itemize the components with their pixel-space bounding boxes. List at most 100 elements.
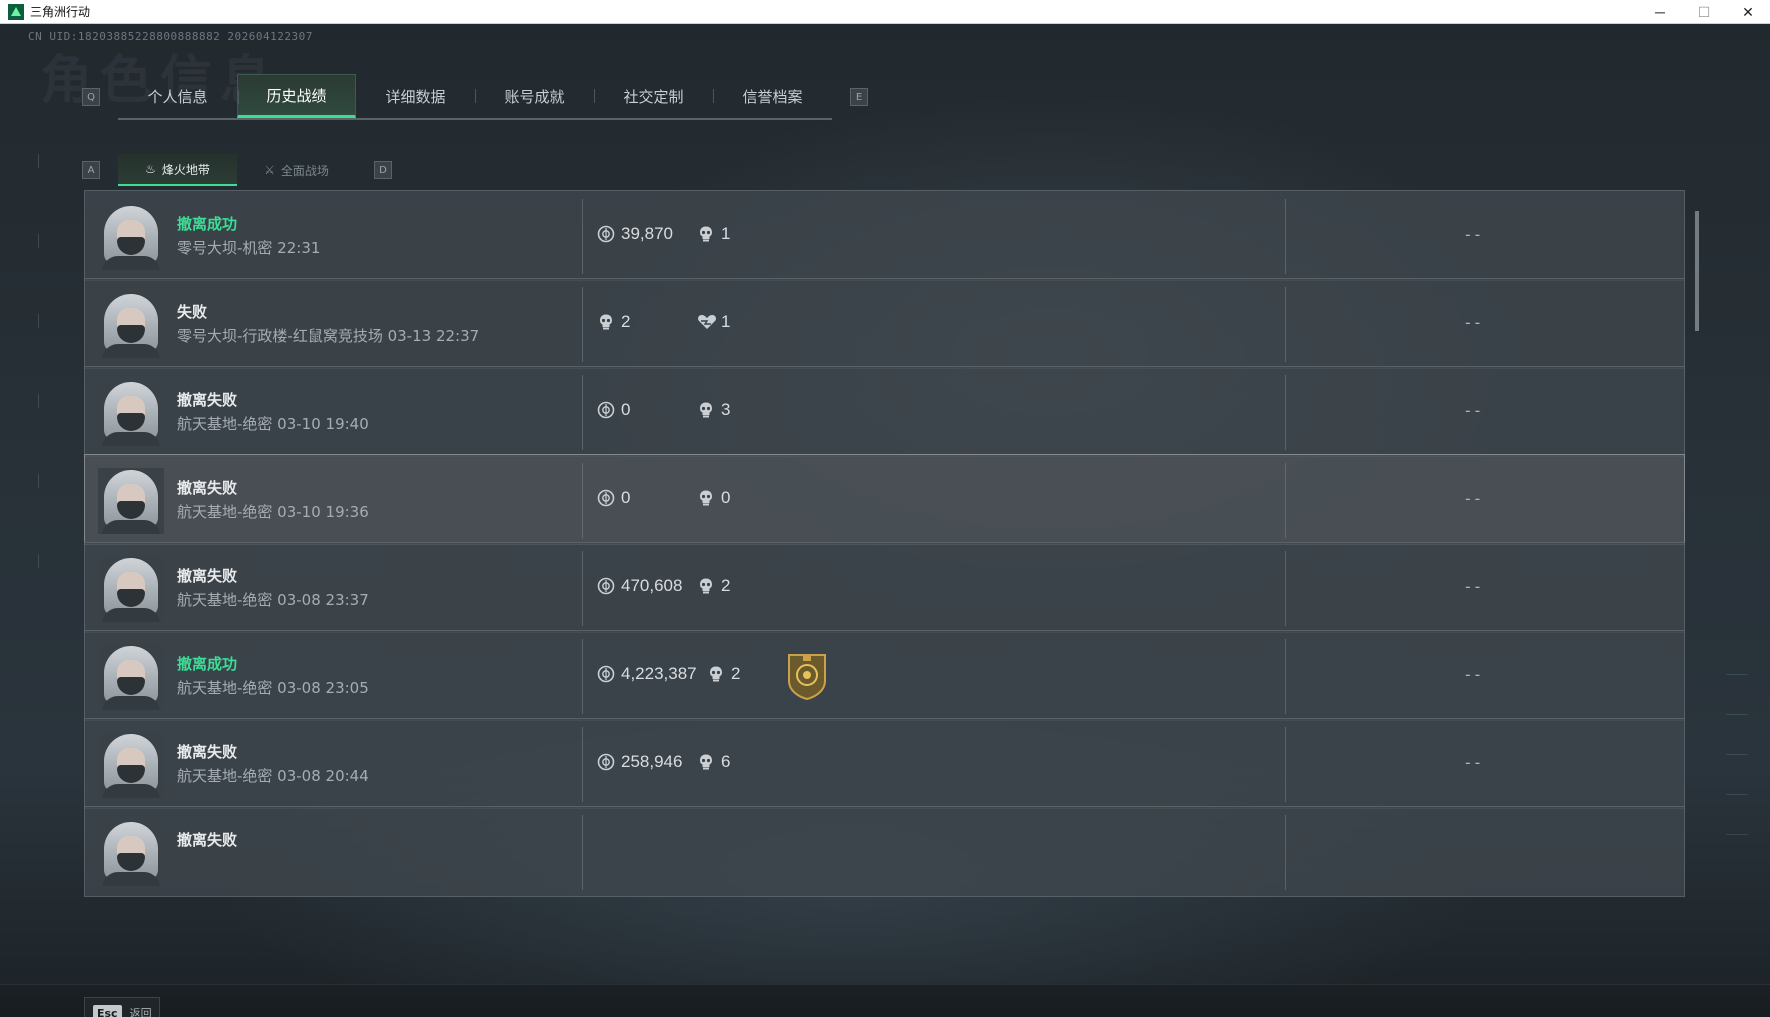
avatar-body [102,520,160,534]
badge-medal-icon[interactable] [785,651,829,701]
tab-1[interactable]: 历史战绩 [237,74,356,118]
game-screen: 角色信息 CN UID:18203885228800888882 2026041… [0,24,1770,1017]
assist-icon [697,313,716,331]
operator-avatar [98,468,164,534]
tab-4[interactable]: 社交定制 [594,74,713,118]
right-decoration [1718,134,1748,934]
back-label: 返回 [129,1007,152,1017]
record-status: 撤离失败 [177,479,238,497]
column-divider [1285,815,1286,890]
kill-icon [697,577,715,595]
battlefield-icon: ⚔ [264,163,275,177]
record-stat-value: 0 [621,400,631,419]
column-divider [1285,199,1286,274]
fire-zone-icon: ♨ [145,162,156,176]
prev-tab-key-hint[interactable]: Q [82,88,100,106]
record-stat: 470,608 [597,576,682,596]
record-extra-value: -- [1463,401,1483,420]
match-record-row[interactable]: 撤离失败航天基地-绝密 03-08 23:37 470,608 2 -- [84,542,1685,633]
tab-2[interactable]: 详细数据 [356,74,475,118]
record-status: 撤离失败 [177,567,238,585]
subtab-label: 全面战场 [280,163,329,178]
column-divider [582,199,583,274]
window-titlebar: 三角洲行动 ─ ☐ ✕ [0,0,1770,24]
kill-icon [697,225,715,243]
next-tab-key-hint[interactable]: E [850,88,868,106]
operator-avatar [98,292,164,358]
kill-icon [597,313,615,331]
column-divider [582,727,583,802]
match-record-row[interactable]: 撤离成功 零号大坝-机密 22:31 39,870 1 -- [84,190,1685,281]
tab-3[interactable]: 账号成就 [475,74,594,118]
record-status: 撤离失败 [177,743,238,761]
record-extra-value: -- [1463,313,1483,332]
avatar-body [102,608,160,622]
record-stat: 3 [697,400,730,420]
record-stat: 2 [697,576,730,596]
prev-subtab-key-hint[interactable]: A [82,161,100,179]
minimize-button[interactable]: ─ [1638,0,1682,24]
column-divider [582,639,583,714]
next-subtab-key-hint[interactable]: D [374,161,392,179]
record-stat: 1 [697,312,730,332]
match-record-row[interactable]: 撤离失败 航天基地-绝密 03-10 19:40 0 3 -- [84,366,1685,457]
app-logo-icon [8,3,24,20]
match-history-list[interactable]: 撤离成功 零号大坝-机密 22:31 39,870 1 -- 失败 零号大坝-行政楼-红鼠窝… [84,185,1694,918]
record-stat-value: 470,608 [621,576,683,595]
record-stat: 6 [697,752,730,772]
match-record-row[interactable]: 撤离失败 [84,806,1685,897]
mode-subtabs: ♨ 烽火地带 ⚔ 全面战场 [118,154,356,186]
left-decoration [30,114,50,814]
esc-key-hint: Esc [93,1004,122,1017]
record-extra-value: -- [1463,577,1483,596]
record-stat: 1 [697,224,730,244]
record-map-time: 航天基地-绝密 03-08 23:05 [177,679,369,697]
column-divider [1285,375,1286,450]
match-record-row[interactable]: 撤离失败 航天基地-绝密 03-10 19:36 0 0 -- [84,454,1685,545]
record-stat-value: 258,946 [621,752,683,771]
tab-0[interactable]: 个人信息 [118,74,237,118]
record-stat-value: 2 [721,576,731,595]
operator-avatar [98,204,164,270]
column-divider [1285,551,1286,626]
record-status: 撤离成功 [177,215,238,233]
match-record-row[interactable]: 撤离失败 航天基地-绝密 03-08 20:44 258,946 6 -- [84,718,1685,809]
column-divider [582,287,583,362]
subtab-1[interactable]: ⚔ 全面战场 [237,154,356,186]
back-button[interactable]: Esc 返回 [84,997,160,1017]
coin-icon [597,753,615,771]
record-stat-value: 3 [721,400,731,419]
avatar-body [102,696,160,710]
record-map-time: 航天基地-绝密 03-08 23:37 [177,591,369,609]
record-stat-value: 2 [731,664,741,683]
coin-icon [597,577,615,595]
record-status: 撤离失败 [177,391,238,409]
avatar-body [102,256,160,270]
list-scrollbar[interactable] [1695,211,1699,331]
kill-icon [697,753,715,771]
close-button[interactable]: ✕ [1726,0,1770,24]
match-record-row[interactable]: 失败 零号大坝-行政楼-红鼠窝竞技场 03-13 22:37 2 1 -- [84,278,1685,369]
avatar-body [102,784,160,798]
subtab-label: 烽火地带 [161,162,210,177]
uid-label: CN UID:18203885228800888882 202604122307 [28,30,313,43]
record-status: 失败 [177,303,208,321]
record-extra-value: -- [1463,665,1483,684]
coin-icon [597,401,615,419]
tab-5[interactable]: 信誉档案 [713,74,832,118]
avatar-body [102,872,160,886]
record-map-time: 零号大坝-机密 22:31 [177,239,321,257]
record-stat: 258,946 [597,752,682,772]
avatar-body [102,344,160,358]
mode-subtabbar: A ♨ 烽火地带 ⚔ 全面战场 D [82,154,392,186]
record-extra-value: -- [1463,489,1483,508]
kill-icon [707,665,725,683]
subtab-0[interactable]: ♨ 烽火地带 [118,154,237,186]
coin-icon [597,225,615,243]
match-record-row[interactable]: 撤离成功 航天基地-绝密 03-08 23:05 4,223,387 2 -- [84,630,1685,721]
maximize-button[interactable]: ☐ [1682,0,1726,24]
column-divider [582,375,583,450]
bottom-bar: Esc 返回 [0,984,1770,1017]
record-stat: 0 [697,488,730,508]
avatar-body [102,432,160,446]
